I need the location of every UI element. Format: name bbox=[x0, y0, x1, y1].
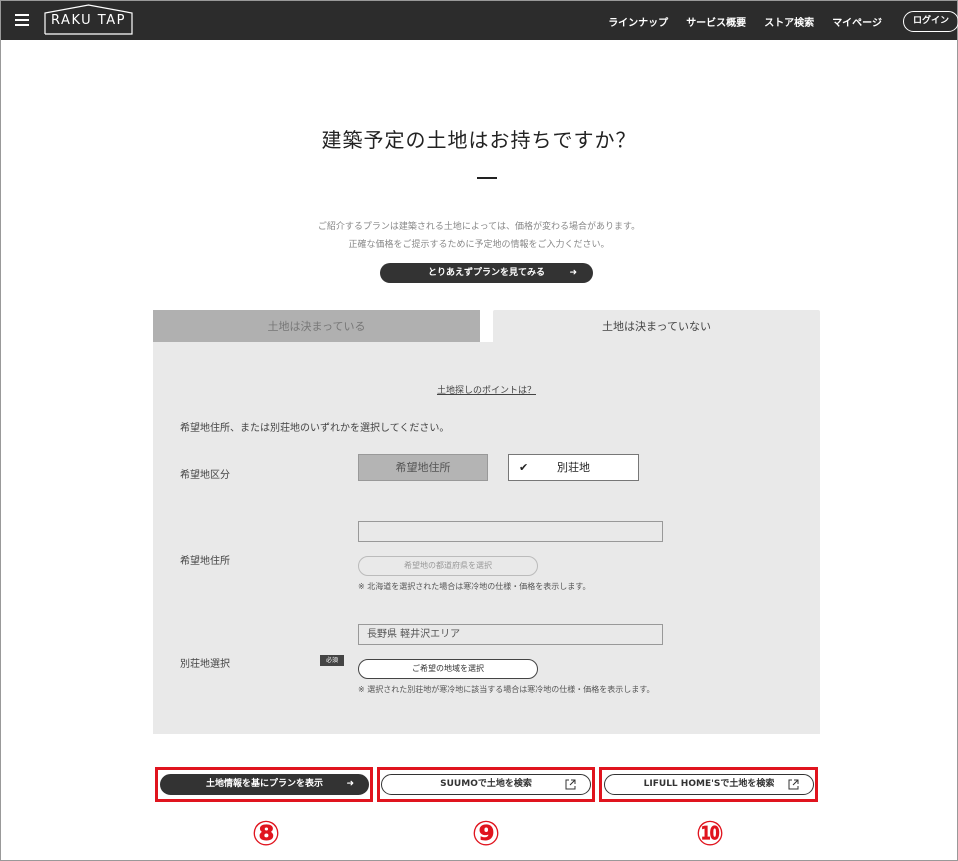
arrow-right-icon: ➜ bbox=[569, 268, 577, 278]
tab-land-undecided[interactable]: 土地は決まっていない bbox=[493, 310, 820, 343]
hamburger-menu-icon[interactable] bbox=[15, 14, 29, 26]
required-badge: 必須 bbox=[320, 655, 344, 666]
logo-text: RAKU TAP bbox=[51, 13, 126, 28]
external-link-icon bbox=[788, 779, 799, 790]
cold-region-note: ※ 選択された別荘地が寒冷地に該当する場合は寒冷地の仕様・価格を表示します。 bbox=[358, 685, 655, 694]
choice-resort-label: 別荘地 bbox=[557, 461, 590, 474]
annotation-number-8: ⑧ bbox=[251, 814, 281, 854]
login-button[interactable]: ログイン bbox=[903, 11, 958, 32]
site-header: RAKU TAP ラインナップ サービス概要 ストア検索 マイページ ログイン bbox=[1, 1, 958, 40]
raku-tap-logo[interactable]: RAKU TAP bbox=[44, 4, 133, 35]
see-plan-label: とりあえずプランを見てみる bbox=[427, 268, 545, 278]
show-plan-by-land-button[interactable]: 土地情報を基にプランを表示 ➜ bbox=[160, 774, 369, 795]
select-prefecture-button[interactable]: 希望地の都道府県を選択 bbox=[358, 556, 538, 576]
show-plan-label: 土地情報を基にプランを表示 bbox=[205, 779, 323, 789]
annotation-number-10: ⑩ bbox=[695, 814, 725, 854]
page-title: 建築予定の土地はお持ちですか？ bbox=[321, 128, 637, 152]
annotation-number-9: ⑨ bbox=[471, 814, 501, 854]
checkmark-icon: ✔ bbox=[519, 461, 529, 474]
suumo-label: SUUMOで土地を検索 bbox=[440, 779, 532, 789]
external-link-icon bbox=[565, 779, 576, 790]
label-area-type: 希望地区分 bbox=[180, 470, 230, 481]
nav-lineup[interactable]: ラインナップ bbox=[608, 14, 668, 29]
hokkaido-note: ※ 北海道を選択された場合は寒冷地の仕様・価格を表示します。 bbox=[358, 582, 591, 591]
see-plan-button[interactable]: とりあえずプランを見てみる ➜ bbox=[380, 263, 593, 283]
tab-land-decided[interactable]: 土地は決まっている bbox=[153, 310, 480, 343]
label-resort-selection: 別荘地選択 bbox=[180, 659, 230, 670]
land-form-panel: 土地探しのポイントは？ 希望地住所、または別荘地のいずれかを選択してください。 … bbox=[153, 342, 820, 734]
lifull-label: LIFULL HOME'Sで土地を検索 bbox=[643, 779, 775, 789]
intro-text-line2: 正確な価格をご提示するために予定地の情報をご入力ください。 bbox=[348, 240, 610, 250]
label-desired-address: 希望地住所 bbox=[180, 556, 230, 567]
desired-address-field[interactable] bbox=[358, 521, 663, 542]
land-tips-link-wrap: 土地探しのポイントは？ bbox=[153, 383, 820, 396]
nav-service[interactable]: サービス概要 bbox=[686, 14, 746, 29]
suumo-search-button[interactable]: SUUMOで土地を検索 bbox=[381, 774, 591, 795]
main-nav: ラインナップ サービス概要 ストア検索 マイページ bbox=[608, 14, 882, 29]
land-tips-link[interactable]: 土地探しのポイントは？ bbox=[437, 386, 536, 396]
nav-store-search[interactable]: ストア検索 bbox=[764, 14, 814, 29]
lifull-search-button[interactable]: LIFULL HOME'Sで土地を検索 bbox=[604, 774, 814, 795]
instruction-text: 希望地住所、または別荘地のいずれかを選択してください。 bbox=[180, 423, 450, 434]
resort-area-field[interactable]: 長野県 軽井沢エリア bbox=[358, 624, 663, 645]
choice-desired-address[interactable]: 希望地住所 bbox=[358, 454, 488, 481]
select-area-button[interactable]: ご希望の地域を選択 bbox=[358, 659, 538, 679]
intro-text-line1: ご紹介するプランは建築される土地によっては、価格が変わる場合があります。 bbox=[317, 222, 641, 232]
choice-resort-land[interactable]: ✔ 別荘地 bbox=[508, 454, 639, 481]
title-divider bbox=[477, 177, 497, 179]
nav-mypage[interactable]: マイページ bbox=[832, 14, 882, 29]
arrow-right-icon: ➜ bbox=[346, 779, 354, 789]
